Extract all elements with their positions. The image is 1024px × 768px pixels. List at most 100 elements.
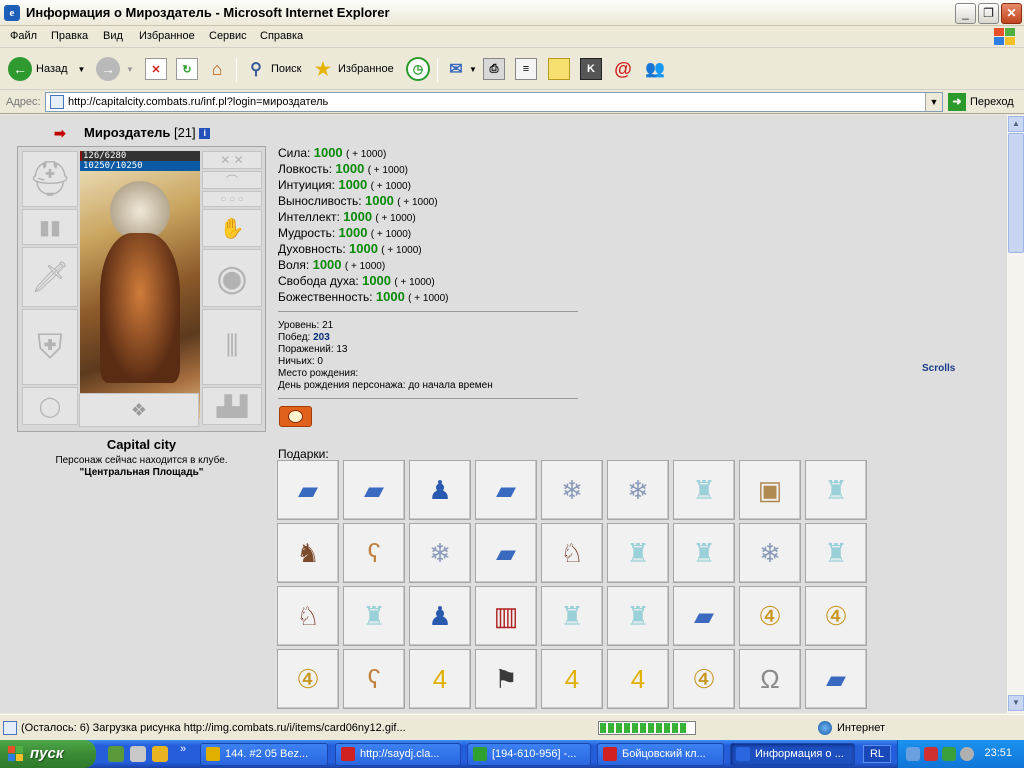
belt-slot[interactable]: ◯ <box>22 387 78 425</box>
favorites-button[interactable]: ★ Избранное <box>312 56 394 82</box>
gift-item[interactable]: ▣ <box>739 460 801 520</box>
close-button[interactable]: ✕ <box>1001 3 1022 24</box>
go-button[interactable]: ➜ Переход <box>948 93 1014 111</box>
gift-item[interactable]: ♟ <box>409 460 471 520</box>
gift-item[interactable]: ⚑ <box>475 649 537 709</box>
gift-item[interactable]: ❄ <box>607 460 669 520</box>
history-button[interactable]: ◷ <box>406 56 430 82</box>
gift-item[interactable]: ♟ <box>409 586 471 646</box>
stop-button[interactable]: ✕ <box>145 56 167 82</box>
gift-item[interactable]: ♜ <box>343 586 405 646</box>
address-dropdown-icon[interactable]: ▼ <box>925 93 942 111</box>
gloves-slot[interactable]: ✋ <box>202 209 262 247</box>
gift-item[interactable]: Ω <box>739 649 801 709</box>
address-url[interactable]: http://capitalcity.combats.ru/inf.pl?log… <box>68 96 328 108</box>
gift-item[interactable]: ④ <box>805 586 867 646</box>
taskbar-task[interactable]: Бойцовский кл... <box>597 743 724 766</box>
gift-item[interactable]: ʕ <box>343 649 405 709</box>
taskbar-task[interactable]: Информация о ... <box>730 743 855 766</box>
earrings-slot[interactable]: ✕ ✕ <box>202 151 262 169</box>
gift-item[interactable]: ♘ <box>541 523 603 583</box>
leggings-slot[interactable]: ⫴ <box>202 309 262 385</box>
gift-item[interactable]: ♜ <box>607 523 669 583</box>
gift-item[interactable]: ▥ <box>475 586 537 646</box>
taskbar-task[interactable]: 144. #2 05 Bez... <box>200 743 328 766</box>
gift-item[interactable]: ④ <box>277 649 339 709</box>
gift-item[interactable]: ♘ <box>277 586 339 646</box>
gift-item[interactable]: ♜ <box>673 523 735 583</box>
menu-tools[interactable]: Сервис <box>209 30 247 42</box>
rings-slot[interactable]: ○ ○ ○ <box>202 191 262 207</box>
k-button[interactable]: K <box>580 56 602 82</box>
quicklaunch-media-icon[interactable] <box>130 746 146 762</box>
boots-slot[interactable]: ▟▟ <box>202 387 262 425</box>
menu-help[interactable]: Справка <box>260 30 303 42</box>
back-button[interactable]: ← Назад ▼ <box>8 56 85 82</box>
gift-item[interactable]: ▰ <box>277 460 339 520</box>
gift-item[interactable]: 4 <box>541 649 603 709</box>
amulet-slot[interactable]: ⌒ <box>202 171 262 189</box>
language-indicator[interactable]: RL <box>863 745 891 763</box>
menu-favorites[interactable]: Избранное <box>139 30 195 42</box>
address-input[interactable]: http://capitalcity.combats.ru/inf.pl?log… <box>45 92 943 112</box>
gift-item[interactable]: ♜ <box>805 460 867 520</box>
start-button[interactable]: пуск <box>0 740 96 768</box>
icq-flower-icon[interactable] <box>942 747 956 761</box>
scrolls-link[interactable]: Scrolls <box>922 363 955 374</box>
armor-slot[interactable]: ⛨ <box>22 309 78 385</box>
gift-item[interactable]: ♜ <box>805 523 867 583</box>
home-button[interactable]: ⌂ <box>206 56 228 82</box>
menu-view[interactable]: Вид <box>103 30 123 42</box>
gift-item[interactable]: ♜ <box>607 586 669 646</box>
gift-item[interactable]: ▰ <box>475 523 537 583</box>
mail-button[interactable]: ✉ ▼ <box>445 56 477 82</box>
gift-item[interactable]: ❄ <box>739 523 801 583</box>
antivirus-icon[interactable] <box>960 747 974 761</box>
arrow-icon[interactable]: ➡ <box>54 125 66 142</box>
gift-item[interactable]: ❄ <box>409 523 471 583</box>
minimize-button[interactable]: _ <box>955 3 976 24</box>
forward-dropdown-icon[interactable]: ▼ <box>126 65 134 74</box>
gift-item[interactable]: ʕ <box>343 523 405 583</box>
scroll-up-icon[interactable]: ▲ <box>1008 116 1024 132</box>
helmet-slot[interactable]: ⛑ <box>22 151 78 207</box>
search-button[interactable]: ⚲ Поиск <box>245 56 301 82</box>
info-icon[interactable]: i <box>199 128 211 140</box>
taskbar-task[interactable]: [194-610-956] -... <box>467 743 591 766</box>
gift-item[interactable]: ▰ <box>673 586 735 646</box>
vertical-scrollbar[interactable]: ▲ ▼ <box>1006 115 1024 713</box>
window-titlebar[interactable]: e Информация о Мироздатель - Microsoft I… <box>0 0 1024 26</box>
network-icon[interactable] <box>906 747 920 761</box>
gift-item[interactable]: ▰ <box>343 460 405 520</box>
quicklaunch-winamp-icon[interactable] <box>152 746 168 762</box>
messenger-button[interactable]: 👥 <box>644 56 666 82</box>
gift-item[interactable]: ♜ <box>541 586 603 646</box>
gift-item[interactable]: ❄ <box>541 460 603 520</box>
opera-tray-icon[interactable] <box>924 747 938 761</box>
gift-item[interactable]: ▰ <box>475 460 537 520</box>
edit-button[interactable]: ≡ <box>515 56 537 82</box>
gift-item[interactable]: ♜ <box>673 460 735 520</box>
at-mail-button[interactable]: @ <box>612 56 634 82</box>
gift-item[interactable]: ▰ <box>805 649 867 709</box>
scroll-down-icon[interactable]: ▼ <box>1008 695 1024 711</box>
maximize-button[interactable]: ❐ <box>978 3 999 24</box>
bracers-slot[interactable]: ▮▮ <box>22 209 78 245</box>
gift-item[interactable]: ④ <box>739 586 801 646</box>
gift-item[interactable]: 4 <box>607 649 669 709</box>
gift-item[interactable]: 4 <box>409 649 471 709</box>
shield-slot[interactable]: ◉ <box>202 249 262 307</box>
menu-file[interactable]: Файл <box>10 30 37 42</box>
gift-item[interactable]: ♞ <box>277 523 339 583</box>
print-button[interactable]: ⎙ <box>483 56 505 82</box>
mail-dropdown-icon[interactable]: ▼ <box>469 65 477 74</box>
back-dropdown-icon[interactable]: ▼ <box>78 65 86 74</box>
gift-item[interactable]: ④ <box>673 649 735 709</box>
notes-button[interactable] <box>548 56 570 82</box>
refresh-button[interactable]: ↻ <box>176 56 198 82</box>
quicklaunch-more-icon[interactable]: » <box>180 743 186 755</box>
weapon-slot[interactable]: 🗡 <box>22 247 78 307</box>
quicklaunch-desktop-icon[interactable] <box>108 746 124 762</box>
taskbar-task[interactable]: http://saydj.cla... <box>335 743 461 766</box>
award-badge[interactable] <box>279 406 312 427</box>
